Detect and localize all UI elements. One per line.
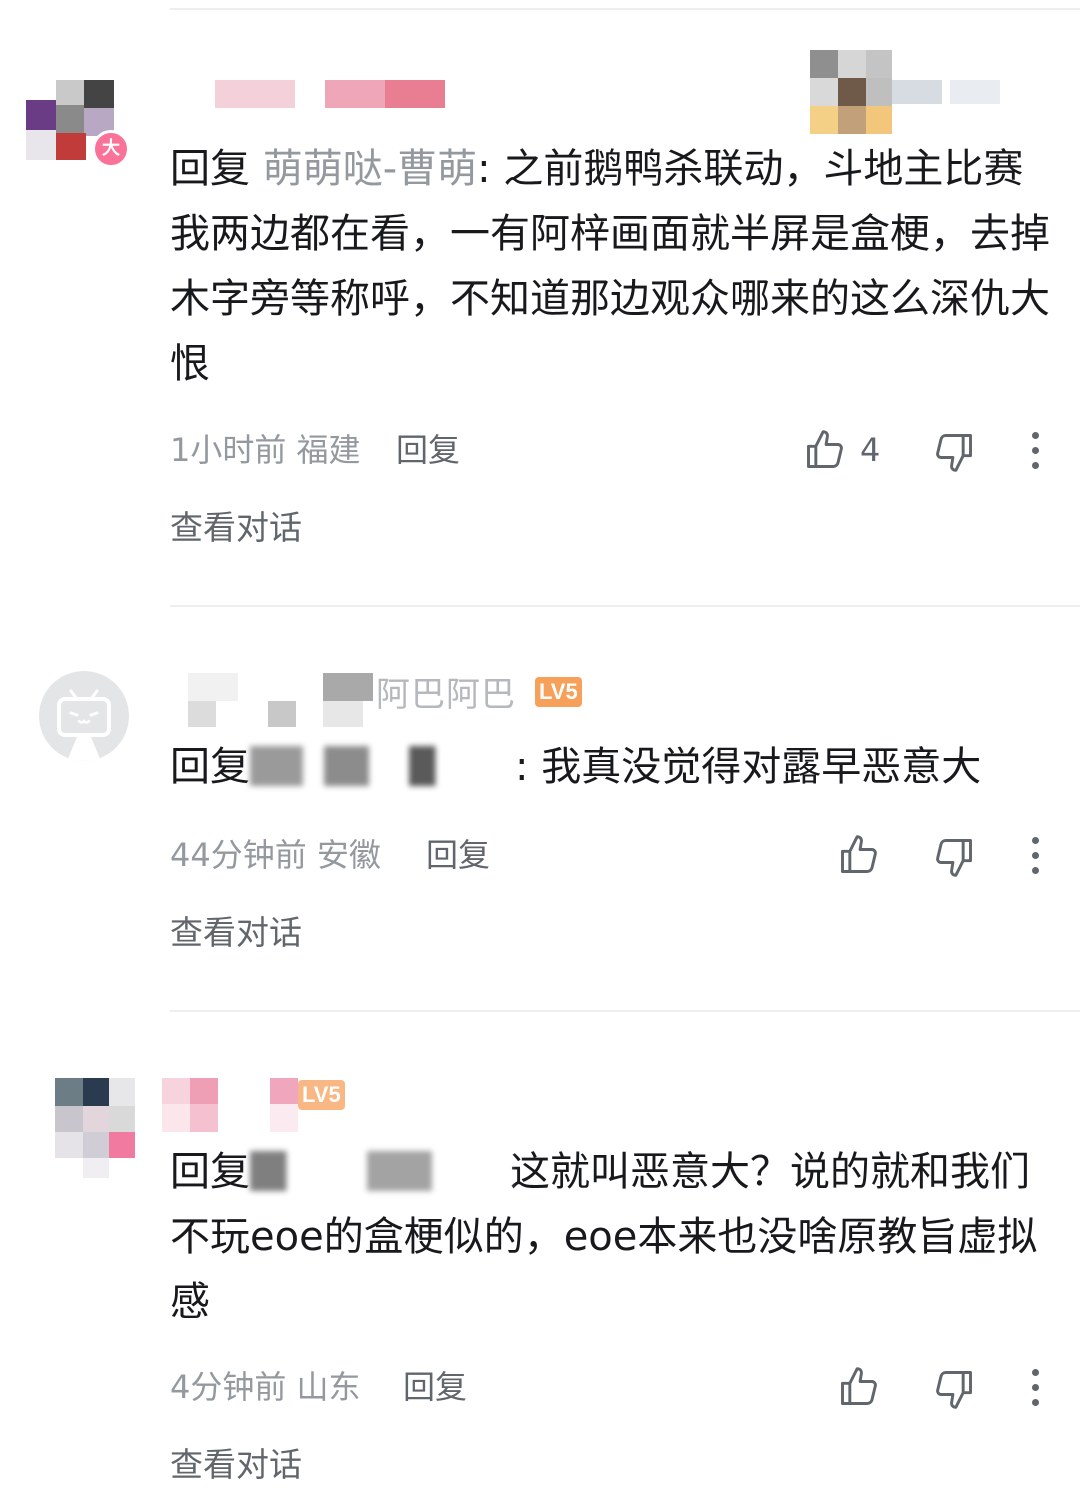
comment-text: 回复 这就叫恶意大？说的就和我们不玩eoe的盒梗似的，eoe本来也没啥原教旨虚拟感 [170, 1140, 1050, 1335]
username-blurred[interactable]: 阿巴阿巴 [188, 673, 518, 729]
reply-prefix: 回复 [170, 1149, 250, 1195]
view-conversation-link[interactable]: 查看对话 [170, 911, 302, 955]
fan-badge-blurred [810, 50, 1000, 135]
more-options-icon[interactable] [1030, 837, 1040, 881]
reply-target-blurred[interactable] [250, 1151, 510, 1191]
more-options-icon[interactable] [1030, 1369, 1040, 1413]
username-blurred[interactable] [162, 1078, 382, 1134]
comment-text: 回复 : 我真没觉得对露早恶意大 [170, 735, 1050, 800]
comment-content: : 我真没觉得对露早恶意大 [515, 744, 982, 790]
username-blurred[interactable] [215, 80, 460, 110]
thumbs-down-icon[interactable] [932, 835, 976, 879]
reply-target-blurred[interactable] [250, 746, 515, 786]
divider [170, 8, 1080, 10]
divider [170, 605, 1080, 607]
comment-time: 1小时前 [170, 431, 287, 469]
comment-time: 4分钟前 [170, 1368, 287, 1406]
avatar[interactable] [40, 1078, 135, 1178]
reply-button[interactable]: 回复 [396, 428, 460, 472]
reply-button[interactable]: 回复 [403, 1365, 467, 1409]
comment-meta: 1小时前 福建 [170, 428, 361, 472]
comment-time: 44分钟前 [170, 836, 307, 874]
view-conversation-link[interactable]: 查看对话 [170, 506, 302, 550]
tv-mascot-icon [57, 689, 111, 761]
comment-location: 安徽 [316, 836, 381, 874]
avatar-badge-icon: 大 [92, 130, 130, 168]
reply-prefix: 回复 [170, 146, 263, 192]
thumbs-up-icon[interactable] [803, 428, 847, 472]
comment-location: 福建 [296, 431, 361, 469]
comment-text: 回复 萌萌哒-曹萌: 之前鹅鸭杀联动，斗地主比赛我两边都在看，一有阿梓画面就半屏… [170, 137, 1050, 397]
view-conversation-link[interactable]: 查看对话 [170, 1443, 302, 1487]
reply-button[interactable]: 回复 [426, 833, 490, 877]
avatar[interactable] [39, 671, 129, 761]
like-count: 4 [860, 431, 881, 469]
comment-location: 山东 [296, 1368, 361, 1406]
thumbs-up-icon[interactable] [837, 1365, 881, 1409]
thumbs-down-icon[interactable] [932, 1367, 976, 1411]
reply-target-name[interactable]: 萌萌哒-曹萌 [263, 146, 477, 192]
avatar-badge-label: 大 [102, 138, 120, 159]
reply-prefix: 回复 [170, 744, 250, 790]
level-badge: LV5 [535, 677, 582, 707]
more-options-icon[interactable] [1030, 432, 1040, 476]
comment-meta: 44分钟前 安徽 [170, 833, 381, 877]
thumbs-down-icon[interactable] [932, 430, 976, 474]
username-partial: 阿巴阿巴 [376, 675, 516, 715]
comment-meta: 4分钟前 山东 [170, 1365, 361, 1409]
divider [170, 1010, 1080, 1012]
thumbs-up-icon[interactable] [837, 833, 881, 877]
level-badge: LV5 [298, 1080, 345, 1110]
